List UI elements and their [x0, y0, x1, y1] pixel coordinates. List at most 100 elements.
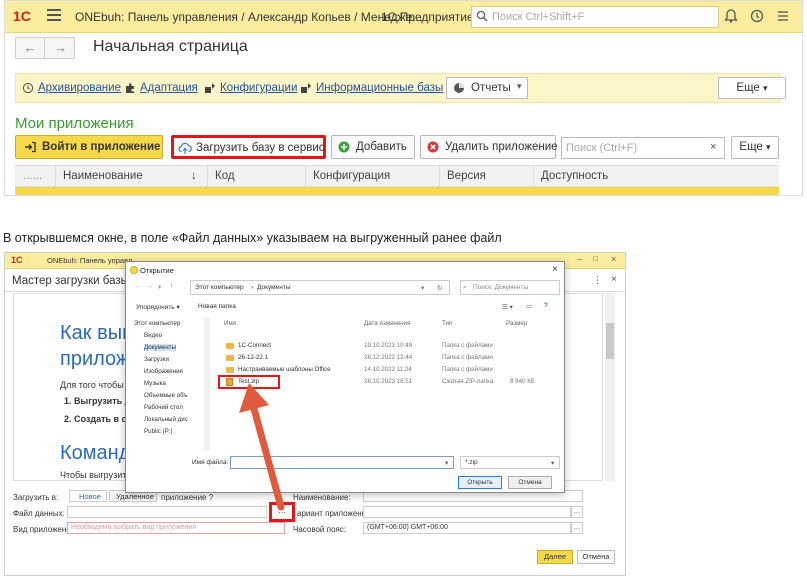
col-size[interactable]: Размер [506, 320, 527, 327]
column-code[interactable]: Код [215, 170, 235, 182]
column-name[interactable]: Наименование [63, 170, 143, 182]
view-options-icon[interactable]: ☰ ▾ [502, 303, 513, 311]
tree-item-video[interactable]: Видео [144, 332, 162, 339]
wizard-intro: Для того чтобы [60, 380, 124, 390]
back-arrow-icon[interactable]: ← [16, 38, 45, 58]
more-vert-icon[interactable]: ⋮ [593, 275, 602, 286]
radio-existing-label: Удаленное [116, 492, 154, 501]
sort-arrow-icon[interactable]: ↓ [191, 170, 197, 182]
list-item[interactable]: 1C-Connect 19.10.2023 10:48 Папка с файл… [214, 340, 554, 352]
open-button[interactable]: Открыть [458, 476, 502, 489]
table-row[interactable] [15, 187, 779, 195]
app-type-input[interactable]: Необходимо выбрать вид приложения [67, 522, 285, 534]
chevron-down-icon: ▾ [766, 142, 771, 152]
help-icon[interactable]: ? [544, 302, 548, 309]
organize-button[interactable]: Упорядочить ▾ [136, 303, 180, 311]
filename-label: Имя файла: [192, 459, 229, 466]
command-more-button[interactable]: Еще ▾ [718, 77, 786, 99]
wizard-heading-1a: Как выг [60, 322, 130, 344]
tree-item-3d-objects[interactable]: Объемные объ [144, 392, 187, 399]
tree-item-computer[interactable]: Этот компьютер [134, 320, 180, 327]
tree-item-pictures[interactable]: Изображения [144, 368, 183, 375]
variant-input[interactable] [363, 506, 571, 518]
apps-more-button[interactable]: Еще ▾ [731, 136, 779, 159]
next-button[interactable]: Далее [537, 550, 573, 564]
dialog-app-icon [130, 266, 138, 274]
wizard-scrollbar[interactable] [605, 293, 615, 481]
maximize-icon[interactable]: □ [593, 254, 598, 263]
column-version[interactable]: Версия [447, 170, 486, 182]
up-arrow-icon[interactable]: ↑ [170, 282, 173, 289]
path-segment-computer[interactable]: Этот компьютер [195, 284, 244, 291]
chevron-down-icon[interactable]: ▾ [445, 459, 448, 467]
dialog-title: Открытие [140, 266, 174, 275]
folder-icon [226, 343, 234, 349]
app-type-placeholder: Необходимо выбрать вид приложения [71, 524, 196, 531]
link-configurations[interactable]: Конфигурации [220, 82, 297, 94]
tree-item-downloads[interactable]: Загрузки [144, 356, 169, 363]
reports-dropdown[interactable]: Отчеты ▾ [446, 77, 528, 99]
instruction-caption: В открывшемся окне, в поле «Файл данных»… [3, 231, 502, 245]
open-file-dialog: Открытие × ← → ▾ ↑ Этот компьютер › Доку… [125, 261, 565, 493]
chevron-down-icon[interactable]: ▾ [158, 283, 161, 291]
column-availability[interactable]: Доступность [541, 170, 608, 182]
new-folder-button[interactable]: Новая папка [198, 303, 236, 310]
timezone-value: (GMT+06:00) GMT+06:00 [367, 524, 448, 531]
dialog-search-input[interactable]: ⌕ Поиск: Документы [460, 280, 560, 295]
upload-base-button[interactable]: Загрузить базу в сервис [171, 135, 326, 159]
link-infobases[interactable]: Информационные базы [316, 82, 443, 94]
link-adaptation[interactable]: Адаптация [140, 82, 198, 94]
col-date[interactable]: Дата изменения [364, 320, 411, 327]
scroll-thumb[interactable] [606, 323, 614, 359]
dialog-path-input[interactable]: Этот компьютер › Документы ▾ ↻ [190, 280, 450, 295]
close-icon[interactable]: × [552, 264, 558, 275]
column-configuration[interactable]: Конфигурация [313, 170, 390, 182]
chevron-down-icon[interactable]: ▾ [421, 284, 424, 292]
preview-pane-icon[interactable]: ▭ [526, 302, 532, 310]
tree-item-desktop[interactable]: Рабочий стол [144, 404, 183, 411]
timezone-input[interactable]: (GMT+06:00) GMT+06:00 [363, 522, 571, 534]
timezone-select-button[interactable]: … [571, 522, 583, 534]
refresh-icon[interactable]: ↻ [437, 284, 442, 292]
tree-item-music[interactable]: Музыка [144, 380, 166, 387]
close-icon[interactable]: × [611, 254, 616, 264]
global-search-input[interactable]: Поиск Ctrl+Shift+F [471, 6, 719, 28]
add-app-button[interactable]: Добавить [331, 135, 415, 159]
menu-icon[interactable] [47, 9, 61, 21]
apps-search-placeholder: Поиск (Ctrl+F) [566, 142, 638, 154]
path-segment-documents[interactable]: Документы [257, 284, 291, 291]
filetype-select[interactable]: *.zip ▾ [460, 456, 560, 469]
forward-arrow-icon[interactable]: → [146, 283, 153, 290]
column-marker: ...... [23, 170, 43, 182]
delete-app-button[interactable]: Удалить приложение [420, 135, 558, 159]
wizard-heading-2: Команд [60, 442, 131, 464]
minimize-icon[interactable]: – [577, 254, 582, 264]
tree-item-public[interactable]: Public (P:) [144, 428, 173, 435]
annotation-arrow [239, 383, 285, 511]
bell-icon[interactable] [723, 8, 739, 24]
col-type[interactable]: Тип [442, 320, 452, 327]
forward-arrow-icon[interactable]: → [46, 38, 75, 58]
close-icon[interactable]: × [611, 274, 617, 285]
col-name[interactable]: Имя [224, 320, 236, 327]
tree-item-local-disk[interactable]: Локальный дис [144, 416, 188, 423]
enter-icon [25, 141, 36, 153]
history-icon[interactable] [749, 8, 765, 24]
variant-select-button[interactable]: … [571, 506, 583, 518]
radio-new[interactable]: Новое [69, 490, 107, 502]
list-item[interactable]: 26-12-22.1 26.12.2022 13:44 Папка с файл… [214, 352, 554, 364]
back-arrow-icon[interactable]: ← [134, 283, 141, 290]
page-title: Начальная страница [93, 38, 248, 55]
tree-item-documents[interactable]: Документы [144, 344, 176, 351]
link-archiving[interactable]: Архивирование [38, 82, 121, 94]
settings-icon[interactable] [775, 8, 791, 24]
cloud-upload-icon [178, 142, 192, 154]
dialog-cancel-button[interactable]: Отмена [508, 476, 552, 489]
apps-search-input[interactable]: Поиск (Ctrl+F) × [561, 137, 725, 159]
tree-scrollbar[interactable] [204, 318, 210, 450]
wizard-cancel-button[interactable]: Отмена [577, 550, 615, 564]
clear-icon[interactable]: × [710, 141, 716, 153]
login-app-button[interactable]: Войти в приложение [15, 135, 163, 159]
folder-icon [226, 355, 234, 361]
search-icon [476, 10, 488, 22]
